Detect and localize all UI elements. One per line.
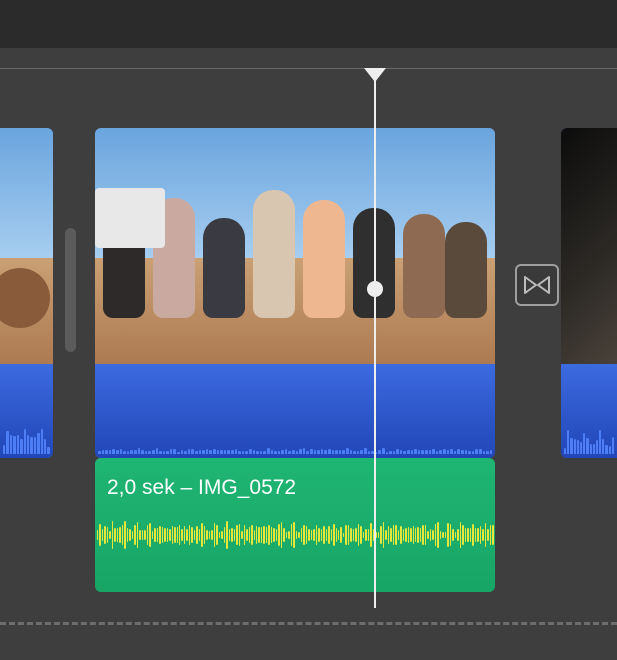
clip-video-strip [561, 364, 617, 458]
playhead-marker-icon [364, 68, 386, 82]
audio-clip[interactable]: 2,0 sek – IMG_0572 [95, 458, 495, 592]
playhead-handle-icon[interactable] [367, 281, 383, 297]
track-separator [0, 622, 617, 625]
toolbar-area [0, 0, 617, 48]
video-clip-next[interactable] [561, 128, 617, 458]
clip-video-strip [95, 364, 495, 458]
audio-clip-label: 2,0 sek – IMG_0572 [107, 476, 296, 500]
cross-dissolve-icon [524, 274, 550, 296]
clip-thumbnail [561, 128, 617, 364]
ruler-divider [0, 68, 617, 69]
timeline-area[interactable]: 2,0 sek – IMG_0572 [0, 0, 617, 660]
transition-cross-dissolve-icon[interactable] [515, 264, 559, 306]
audio-clip-link-notch [95, 458, 103, 462]
clip-video-strip [0, 364, 53, 458]
clip-audio-waveform [561, 422, 617, 454]
video-clip-selected[interactable] [95, 128, 495, 458]
playhead[interactable] [374, 68, 376, 608]
clip-thumbnail [95, 128, 495, 364]
audio-clip-waveform [95, 516, 495, 554]
clip-audio-waveform [95, 422, 495, 454]
vertical-scrollbar[interactable] [65, 228, 76, 352]
clip-thumbnail [0, 128, 53, 364]
video-clip-prev[interactable] [0, 128, 53, 458]
clip-audio-waveform [0, 422, 53, 454]
